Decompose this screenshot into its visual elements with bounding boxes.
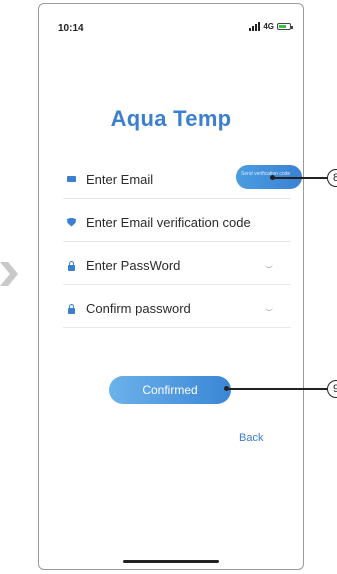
email-placeholder: Enter Email <box>86 171 154 187</box>
callout-line-8 <box>272 177 328 179</box>
confirm-password-placeholder: Confirm password <box>86 300 191 316</box>
callout-dot-9 <box>224 386 229 391</box>
background-arrow-icon <box>0 262 18 286</box>
verification-code-field[interactable]: Enter Email verification code <box>63 203 291 242</box>
app-title: Aqua Temp <box>110 106 232 131</box>
status-icons: 4G <box>249 22 293 31</box>
status-time: 10:14 <box>58 23 84 34</box>
network-label: 4G <box>263 22 274 31</box>
confirm-button[interactable]: Confirmed <box>109 376 231 404</box>
mail-icon <box>67 176 76 182</box>
lock-icon <box>67 303 76 314</box>
callout-line-9 <box>226 388 328 390</box>
home-indicator <box>123 560 219 563</box>
status-bar: 10:14 4G <box>39 4 303 40</box>
confirm-password-field[interactable]: Confirm password <box>63 289 291 328</box>
verification-code-placeholder: Enter Email verification code <box>86 214 251 230</box>
phone-screen: 10:14 4G Aqua Temp Enter Email Send veri… <box>38 3 304 570</box>
callout-number-8: 8 <box>327 169 337 187</box>
password-placeholder: Enter PassWord <box>86 257 181 273</box>
eye-closed-icon[interactable] <box>265 264 273 268</box>
password-field[interactable]: Enter PassWord <box>63 246 291 285</box>
callout-number-9: 9 <box>327 380 337 398</box>
shield-icon <box>67 217 76 227</box>
battery-icon <box>277 23 293 30</box>
lock-icon <box>67 260 76 271</box>
signal-icon <box>249 22 261 31</box>
eye-closed-icon[interactable] <box>265 307 273 311</box>
back-link[interactable]: Back <box>239 432 263 444</box>
callout-dot-8 <box>270 175 275 180</box>
email-field[interactable]: Enter Email Send verification code <box>63 160 302 199</box>
